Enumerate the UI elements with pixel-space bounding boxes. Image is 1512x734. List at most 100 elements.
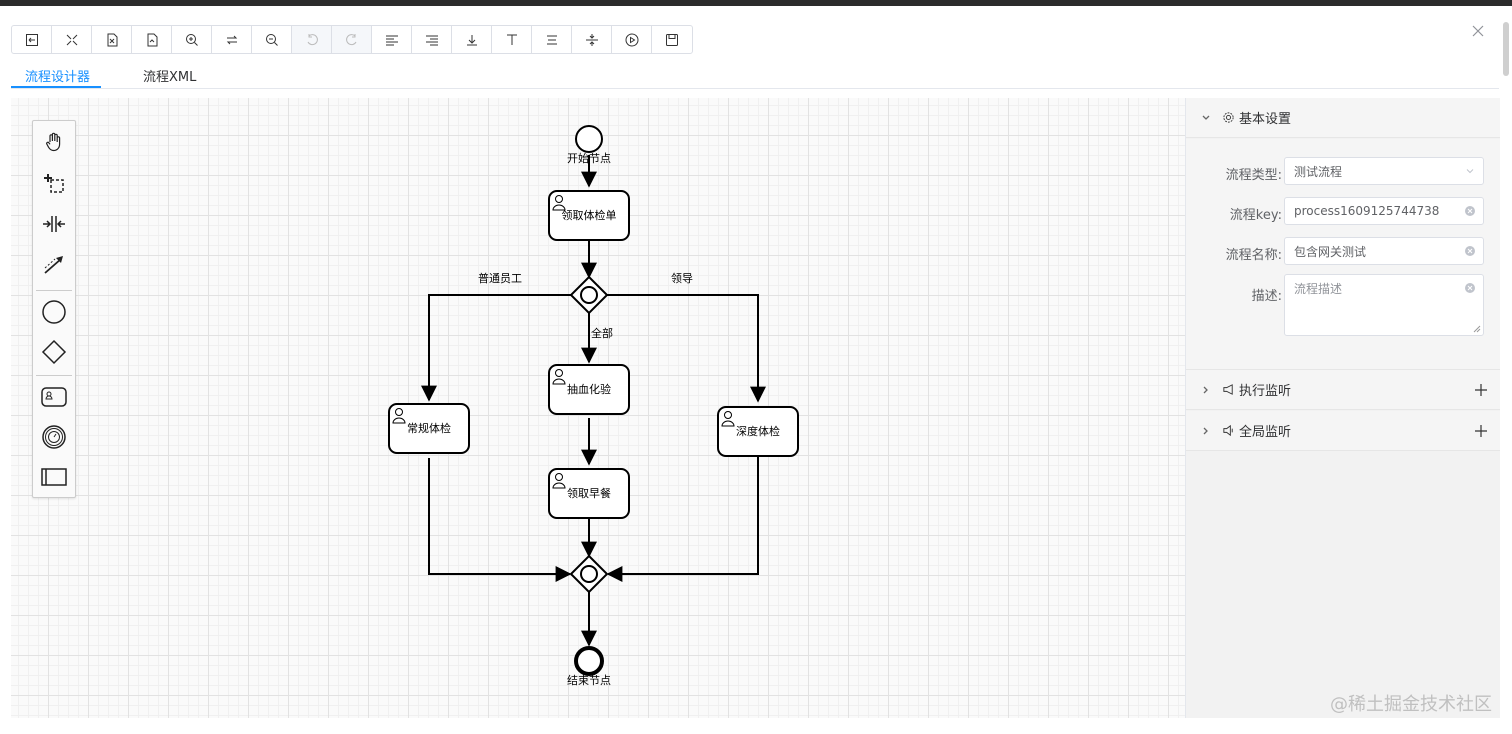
flow-deep-to-join[interactable]	[606, 456, 759, 582]
process-name-input[interactable]: 包含网关测试	[1284, 237, 1484, 265]
clear-icon[interactable]	[1465, 283, 1475, 293]
timer-event-icon	[42, 425, 66, 449]
undo-button[interactable]	[292, 26, 332, 53]
align-left-button[interactable]	[372, 26, 412, 53]
play-circle-icon	[625, 33, 638, 46]
align-middle-icon	[585, 33, 598, 46]
input-value: process1609125744738	[1294, 204, 1440, 218]
align-center-icon	[546, 35, 557, 44]
diagram-canvas[interactable]: 开始节点 领取体检单 抽血化验 领取早餐 常规体检 深度体检 普通员工 领导 全…	[11, 98, 1185, 718]
create-pool[interactable]	[38, 461, 70, 493]
scrollbar[interactable]	[1503, 22, 1509, 76]
window-top-bar	[0, 0, 1512, 6]
start-event-icon	[42, 300, 66, 324]
zoom-out-button[interactable]	[252, 26, 292, 53]
create-subprocess[interactable]	[38, 421, 70, 453]
download-svg-button[interactable]	[132, 26, 172, 53]
plus-icon[interactable]	[1474, 383, 1488, 397]
gear-icon	[1223, 112, 1234, 123]
tab-divider	[11, 88, 1499, 89]
bpmn-diagram[interactable]: 开始节点 领取体检单 抽血化验 领取早餐 常规体检 深度体检 普通员工 领导 全…	[11, 98, 1185, 718]
process-key-input[interactable]: process1609125744738	[1284, 197, 1484, 225]
flow-label: 领导	[671, 272, 693, 285]
basic-settings-header[interactable]: 基本设置	[1186, 98, 1500, 138]
chevron-right-icon	[1203, 427, 1208, 434]
join-gateway[interactable]	[569, 554, 609, 594]
fit-view-button[interactable]	[52, 26, 92, 53]
field-label: 流程key:	[1229, 208, 1282, 223]
end-label: 结束节点	[567, 674, 611, 687]
palette-separator	[36, 375, 72, 376]
reset-zoom-button[interactable]	[212, 26, 252, 53]
global-connect-tool[interactable]	[38, 248, 70, 280]
align-middle-button[interactable]	[572, 26, 612, 53]
clear-icon[interactable]	[1465, 246, 1475, 256]
toolbar	[11, 25, 693, 54]
start-label: 开始节点	[567, 151, 611, 165]
align-top-button[interactable]	[492, 26, 532, 53]
close-icon[interactable]	[1469, 22, 1487, 40]
field-label: 流程名称:	[1225, 248, 1282, 263]
tab-designer[interactable]: 流程设计器	[25, 66, 90, 85]
create-gateway[interactable]	[38, 336, 70, 368]
plus-icon[interactable]	[1474, 424, 1488, 438]
process-type-select[interactable]: 测试流程	[1284, 157, 1484, 185]
connect-arrow-icon	[44, 256, 63, 274]
zoom-in-icon	[185, 33, 198, 46]
fit-view-icon	[66, 34, 77, 45]
lasso-tool[interactable]	[38, 167, 70, 199]
save-button[interactable]	[652, 26, 692, 53]
task-label: 深度体检	[736, 424, 780, 438]
lasso-icon	[44, 174, 64, 193]
flow-label: 全部	[591, 326, 613, 340]
start-event[interactable]	[575, 125, 603, 153]
space-tool[interactable]	[38, 208, 70, 240]
task-label: 领取体检单	[562, 208, 617, 222]
hand-tool[interactable]	[38, 126, 70, 158]
input-value: 包含网关测试	[1294, 244, 1367, 259]
download-xml-icon	[107, 33, 117, 46]
execution-listener-header[interactable]: 执行监听	[1186, 370, 1500, 410]
section-title: 执行监听	[1239, 384, 1292, 399]
textarea-placeholder: 流程描述	[1294, 282, 1343, 296]
resize-handle-icon[interactable]	[1473, 325, 1481, 333]
simulate-button[interactable]	[612, 26, 652, 53]
tab-xml[interactable]: 流程XML	[143, 66, 196, 85]
field-label: 流程类型:	[1225, 168, 1282, 183]
open-file-button[interactable]	[12, 26, 52, 53]
align-bottom-button[interactable]	[452, 26, 492, 53]
tab-bar: 流程设计器 流程XML	[11, 60, 1499, 89]
redo-button[interactable]	[332, 26, 372, 53]
hand-icon	[46, 132, 61, 152]
save-icon	[666, 33, 678, 46]
section-title: 基本设置	[1239, 112, 1292, 127]
split-gateway[interactable]	[569, 275, 609, 315]
speaker-icon	[1223, 424, 1233, 437]
undo-icon	[307, 33, 318, 45]
chevron-down-icon	[1202, 115, 1210, 120]
align-left-icon	[385, 35, 398, 45]
align-center-button[interactable]	[532, 26, 572, 53]
align-right-button[interactable]	[412, 26, 452, 53]
clear-icon[interactable]	[1465, 206, 1475, 216]
description-textarea[interactable]: 流程描述	[1284, 274, 1484, 336]
end-event[interactable]	[574, 646, 604, 676]
create-user-task[interactable]	[38, 381, 70, 413]
align-bottom-icon	[466, 34, 477, 45]
tool-palette	[32, 120, 76, 498]
task-label: 领取早餐	[567, 486, 611, 500]
zoom-in-button[interactable]	[172, 26, 212, 53]
align-right-icon	[425, 35, 438, 45]
task-label: 抽血化验	[567, 382, 611, 396]
chevron-right-icon	[1203, 386, 1208, 393]
align-top-icon	[506, 34, 517, 45]
palette-separator	[36, 290, 72, 291]
global-listener-header[interactable]: 全局监听	[1186, 411, 1500, 451]
space-tool-icon	[43, 216, 65, 232]
select-value: 测试流程	[1294, 164, 1343, 179]
download-xml-button[interactable]	[92, 26, 132, 53]
create-start-event[interactable]	[38, 296, 70, 328]
watermark: @稀土掘金技术社区	[1330, 694, 1492, 715]
task-label: 常规体检	[407, 421, 451, 435]
basic-settings-form: 流程类型: 测试流程 流程key: process1609125744738 流…	[1186, 139, 1500, 370]
